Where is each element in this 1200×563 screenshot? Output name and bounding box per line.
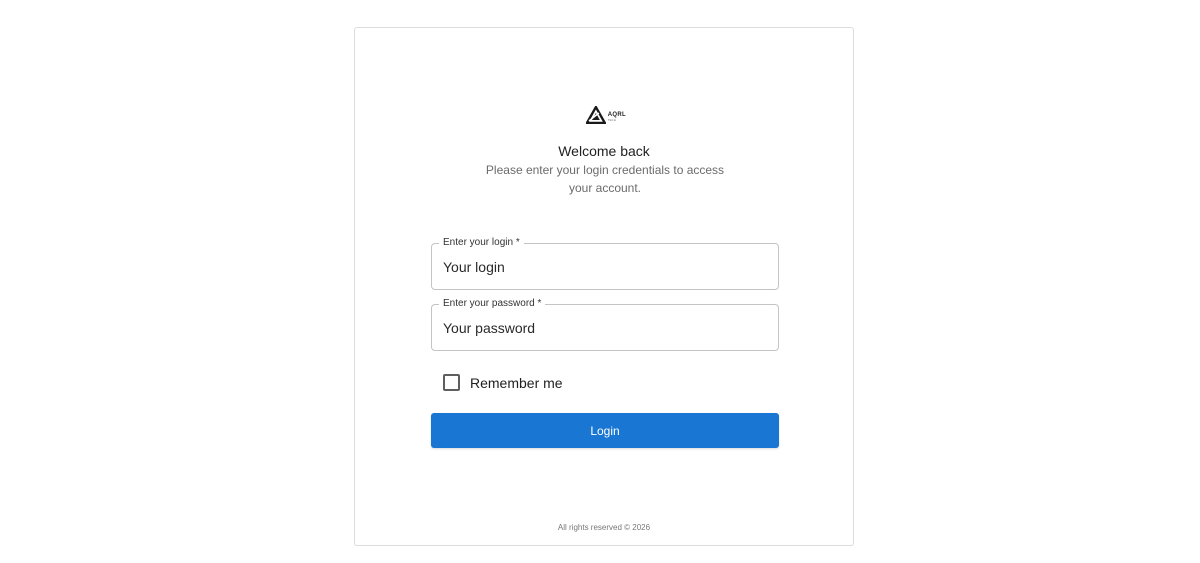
- logo-wordmark: AQRL TECH: [608, 112, 626, 122]
- brand-logo: AQRL TECH: [586, 104, 626, 124]
- triangle-logo-icon: [586, 106, 606, 124]
- page-title: Welcome back: [558, 143, 650, 159]
- login-field: Enter your login *: [431, 237, 779, 290]
- logo-subtext: TECH: [607, 118, 616, 122]
- remember-me-checkbox[interactable]: [443, 374, 460, 391]
- login-card: AQRL TECH Welcome back Please enter your…: [354, 27, 854, 546]
- footer-copyright: All rights reserved © 2026: [557, 523, 651, 532]
- password-field: Enter your password *: [431, 298, 779, 351]
- remember-me-label: Remember me: [470, 374, 563, 391]
- remember-me-toggle[interactable]: Remember me: [443, 374, 563, 391]
- login-button[interactable]: Login: [431, 413, 779, 448]
- login-input[interactable]: [432, 244, 778, 289]
- password-input[interactable]: [432, 305, 778, 350]
- page-subtitle: Please enter your login credentials to a…: [485, 163, 725, 195]
